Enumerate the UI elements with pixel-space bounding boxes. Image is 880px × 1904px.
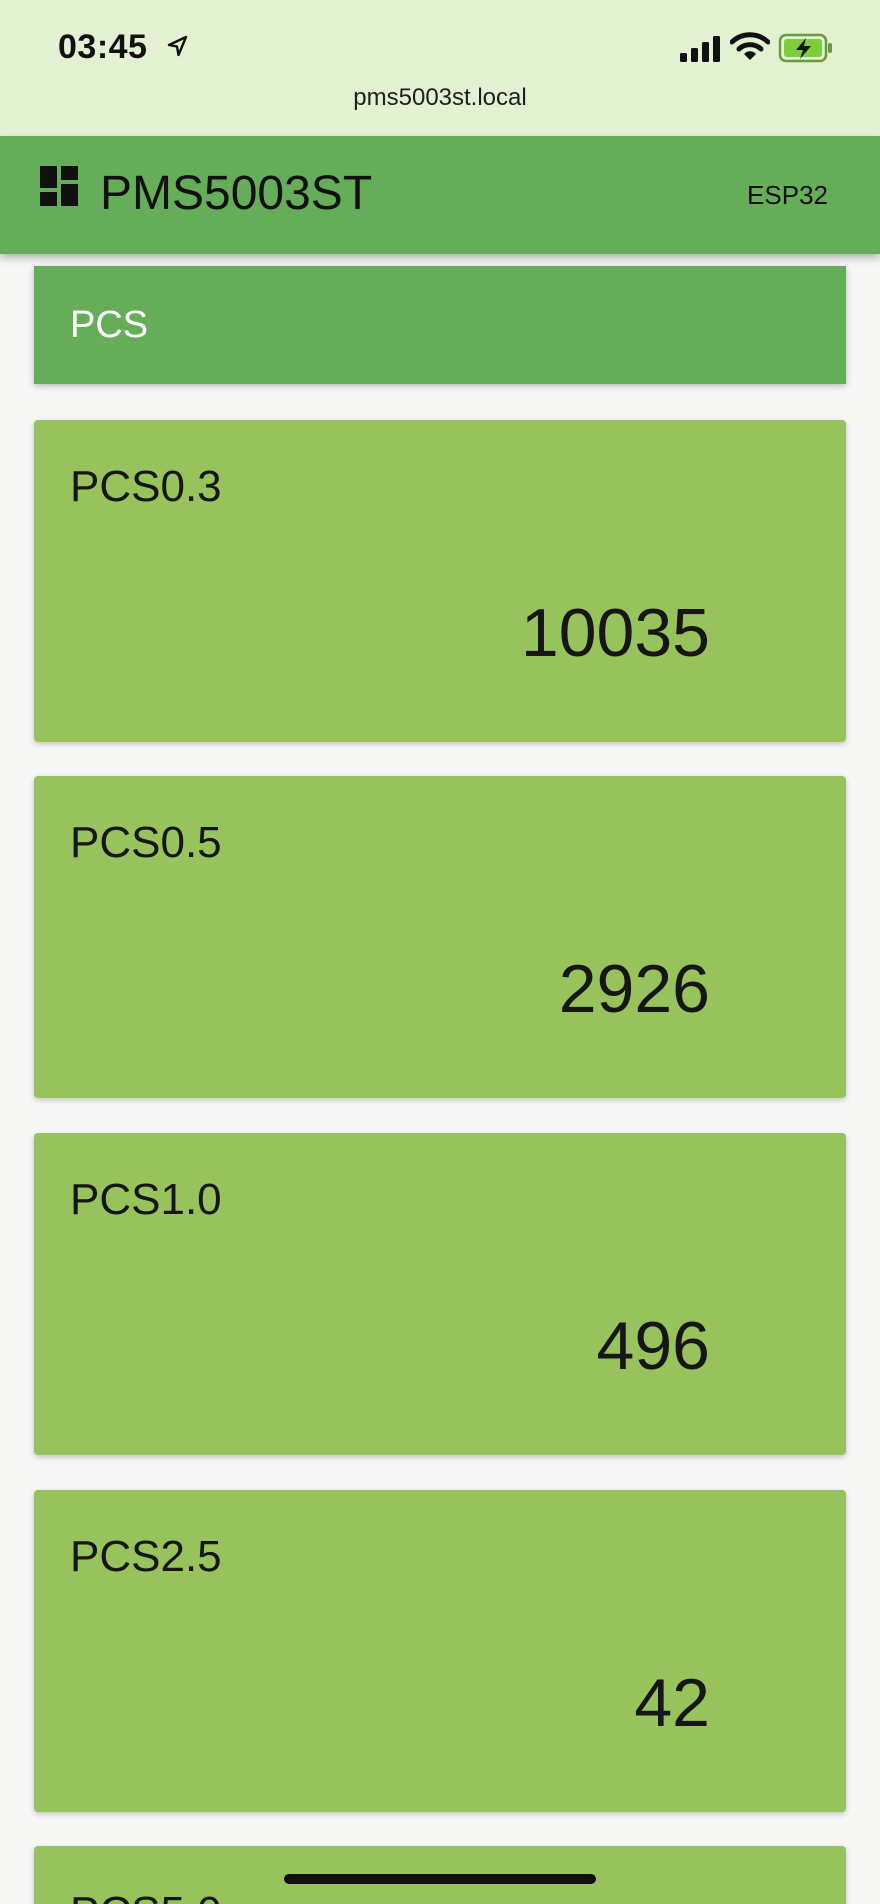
wifi-icon	[730, 32, 770, 60]
section-header: PCS	[34, 266, 846, 384]
home-indicator[interactable]	[284, 1874, 596, 1884]
card-value: 496	[596, 1308, 710, 1384]
app-bar: PMS5003ST ESP32	[0, 136, 880, 254]
status-time: 03:45	[58, 28, 148, 66]
sensor-card-pcs2-5: PCS2.5 42	[34, 1490, 846, 1812]
location-arrow-icon	[167, 35, 188, 57]
app-title: PMS5003ST	[100, 167, 373, 220]
cellular-signal-icon	[680, 36, 720, 62]
sensor-card-pcs1-0: PCS1.0 496	[34, 1133, 846, 1455]
address-bar-url[interactable]: pms5003st.local	[0, 84, 880, 112]
card-value: 42	[634, 1665, 710, 1741]
card-label: PCS5.0	[70, 1888, 222, 1904]
card-label: PCS1.0	[70, 1175, 222, 1224]
card-label: PCS2.5	[70, 1532, 222, 1581]
section-title: PCS	[70, 304, 149, 346]
dashboard-icon	[40, 166, 78, 206]
device-label: ESP32	[747, 180, 828, 210]
battery-charging-icon	[778, 33, 832, 63]
card-value: 2926	[558, 951, 710, 1027]
status-bar: 03:45 pms5003st.local	[0, 0, 880, 136]
sensor-card-pcs0-3: PCS0.3 10035	[34, 420, 846, 742]
sensor-card-pcs0-5: PCS0.5 2926	[34, 776, 846, 1098]
card-label: PCS0.5	[70, 818, 222, 867]
card-value: 10035	[520, 595, 710, 671]
card-label: PCS0.3	[70, 462, 222, 511]
